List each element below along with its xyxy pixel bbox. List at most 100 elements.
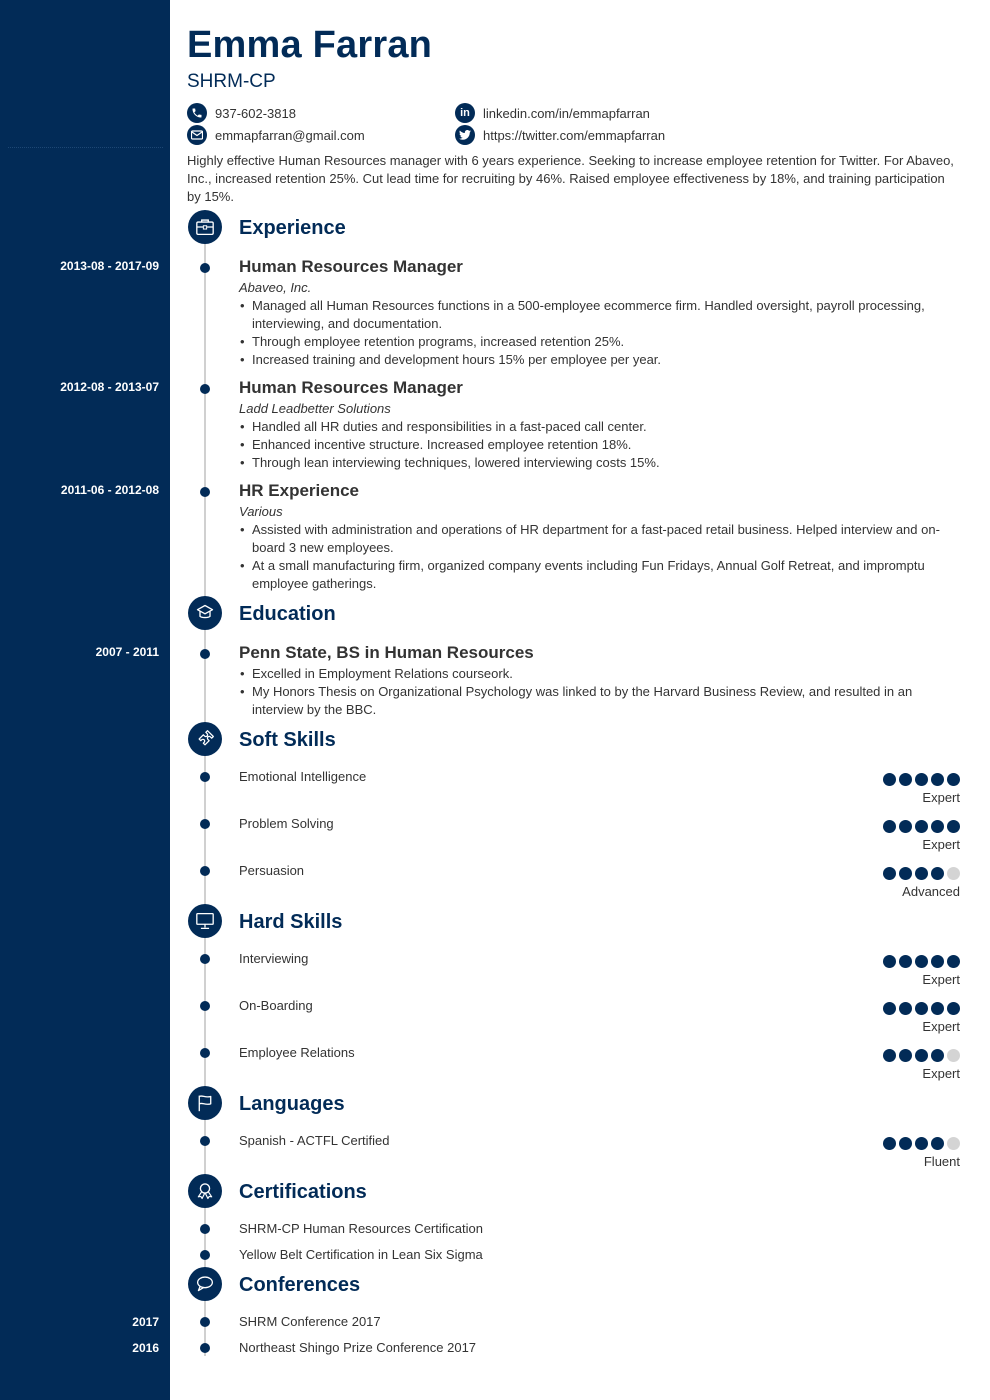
rating-dot-filled xyxy=(931,1002,944,1015)
soft-skills-heading: Soft Skills xyxy=(239,729,336,751)
job-bullet: Enhanced incentive structure. Increased … xyxy=(239,436,959,454)
skill-level: Expert xyxy=(922,1019,960,1034)
rating-dot-filled xyxy=(899,820,912,833)
language-level: Fluent xyxy=(923,1154,960,1169)
rating-dot-filled xyxy=(947,820,960,833)
rating-dot-filled xyxy=(915,867,928,880)
job-bullet: Increased training and development hours… xyxy=(239,351,959,369)
timeline-dot xyxy=(200,1048,210,1058)
phone-text: 937-602-3818 xyxy=(215,105,296,121)
job-dates: 2011-06 - 2012-08 xyxy=(60,483,159,497)
skill-name: Problem Solving xyxy=(239,816,334,831)
skill-name: Emotional Intelligence xyxy=(239,769,367,784)
certifications-heading: Certifications xyxy=(239,1181,367,1203)
timeline-dot xyxy=(200,263,210,273)
job-company: Various xyxy=(239,504,283,519)
rating-dot-filled xyxy=(915,1049,928,1062)
skill-level: Expert xyxy=(922,1066,960,1081)
rating-dot-filled xyxy=(883,773,896,786)
conference-year: 2017 xyxy=(132,1315,159,1329)
rating-dot-filled xyxy=(915,1002,928,1015)
job-title: Human Resources Manager xyxy=(239,257,463,276)
rating-dot-filled xyxy=(899,1137,912,1150)
skill-rating xyxy=(883,820,960,833)
timeline-dot xyxy=(200,1250,210,1260)
email-text: emmapfarran@gmail.com xyxy=(215,127,365,143)
hard-skills-heading: Hard Skills xyxy=(239,911,343,933)
timeline-dot xyxy=(200,819,210,829)
timeline-dot xyxy=(200,1317,210,1327)
twitter-icon xyxy=(455,125,475,145)
rating-dot-filled xyxy=(931,773,944,786)
rating-dot-filled xyxy=(931,867,944,880)
rating-dot-filled xyxy=(899,1049,912,1062)
job-title: Human Resources Manager xyxy=(239,378,463,397)
job-bullet: Through lean interviewing techniques, lo… xyxy=(239,454,959,472)
job-company: Abaveo, Inc. xyxy=(239,280,312,295)
education-bullet: My Honors Thesis on Organizational Psych… xyxy=(239,683,959,719)
skill-level: Expert xyxy=(922,790,960,805)
candidate-name: Emma Farran xyxy=(187,24,433,66)
rating-dot-filled xyxy=(899,867,912,880)
education-heading: Education xyxy=(239,603,336,625)
rating-dot-empty xyxy=(947,1137,960,1150)
timeline-dot xyxy=(200,487,210,497)
languages-heading: Languages xyxy=(239,1093,345,1115)
job-bullets: Assisted with administration and operati… xyxy=(239,521,959,593)
language-rating xyxy=(883,1137,960,1150)
language-name: Spanish - ACTFL Certified xyxy=(239,1133,390,1148)
conference-item: SHRM Conference 2017 xyxy=(239,1314,381,1329)
rating-dot-filled xyxy=(947,773,960,786)
skill-rating xyxy=(883,867,960,880)
contact-email[interactable]: emmapfarran@gmail.com xyxy=(187,125,365,145)
job-bullet: Handled all HR duties and responsibiliti… xyxy=(239,418,959,436)
briefcase-icon xyxy=(188,210,222,244)
skill-rating xyxy=(883,955,960,968)
job-title: HR Experience xyxy=(239,481,359,500)
puzzle-icon xyxy=(188,722,222,756)
certification-item: Yellow Belt Certification in Lean Six Si… xyxy=(239,1247,483,1262)
contact-phone[interactable]: 937-602-3818 xyxy=(187,103,296,123)
timeline-dot xyxy=(200,1224,210,1234)
rating-dot-filled xyxy=(883,1049,896,1062)
rating-dot-filled xyxy=(915,773,928,786)
rating-dot-filled xyxy=(931,1137,944,1150)
linkedin-text: linkedin.com/in/emmapfarran xyxy=(483,105,650,121)
skill-rating xyxy=(883,1049,960,1062)
certification-item: SHRM-CP Human Resources Certification xyxy=(239,1221,483,1236)
skill-rating xyxy=(883,773,960,786)
skill-name: Interviewing xyxy=(239,951,309,966)
candidate-title: SHRM-CP xyxy=(187,71,276,92)
education-bullet: Excelled in Employment Relations courseo… xyxy=(239,665,959,683)
rating-dot-filled xyxy=(883,820,896,833)
rating-dot-filled xyxy=(899,1002,912,1015)
timeline-dot xyxy=(200,866,210,876)
left-sidebar xyxy=(0,0,170,1400)
rating-dot-filled xyxy=(899,955,912,968)
skill-name: Persuasion xyxy=(239,863,305,878)
education-bullets: Excelled in Employment Relations courseo… xyxy=(239,665,959,719)
linkedin-icon: in xyxy=(455,103,475,123)
job-dates: 2013-08 - 2017-09 xyxy=(60,259,159,273)
timeline-dot xyxy=(200,384,210,394)
email-icon xyxy=(187,125,207,145)
skill-rating xyxy=(883,1002,960,1015)
timeline-dot xyxy=(200,1136,210,1146)
job-dates: 2012-08 - 2013-07 xyxy=(60,380,159,394)
rating-dot-filled xyxy=(883,1137,896,1150)
twitter-text: https://twitter.com/emmapfarran xyxy=(483,127,666,143)
degree-title: Penn State, BS in Human Resources xyxy=(239,643,534,662)
rating-dot-filled xyxy=(883,867,896,880)
skill-name: On-Boarding xyxy=(239,998,313,1013)
rating-dot-empty xyxy=(947,1049,960,1062)
speech-bubble-icon xyxy=(188,1267,222,1301)
job-bullet: Managed all Human Resources functions in… xyxy=(239,297,959,333)
skill-level: Expert xyxy=(922,837,960,852)
contact-twitter[interactable]: https://twitter.com/emmapfarran xyxy=(455,125,665,145)
skill-level: Advanced xyxy=(902,884,960,899)
job-bullet: At a small manufacturing firm, organized… xyxy=(239,557,959,593)
contact-linkedin[interactable]: in linkedin.com/in/emmapfarran xyxy=(455,103,650,123)
job-company: Ladd Leadbetter Solutions xyxy=(239,401,391,416)
rating-dot-filled xyxy=(931,820,944,833)
rating-dot-filled xyxy=(947,955,960,968)
